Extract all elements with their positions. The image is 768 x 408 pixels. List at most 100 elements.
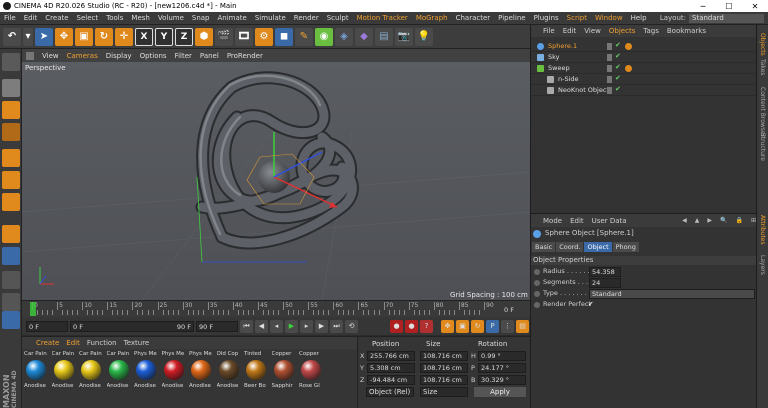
viewport-menu-filter[interactable]: Filter (175, 52, 192, 60)
material-swatch[interactable]: Phys Me Anodise (162, 351, 186, 407)
coord-mode-select[interactable]: Object (Rel) (366, 387, 414, 397)
workplane-icon[interactable] (2, 293, 20, 311)
enabled-check-icon[interactable]: ✔ (615, 63, 621, 71)
forward-icon[interactable]: ▶ (707, 217, 712, 224)
end-frame-field[interactable]: 90 F (196, 320, 238, 332)
viewport-menu-display[interactable]: Display (106, 52, 132, 60)
select-tool-icon[interactable]: ➤ (35, 27, 53, 46)
menu-mesh[interactable]: Mesh (127, 14, 153, 22)
material-swatch[interactable]: Car Pain Anodise (79, 351, 103, 407)
viewport-menu-options[interactable]: Options (140, 52, 167, 60)
object-menu-view[interactable]: View (584, 27, 601, 35)
subdivision-icon[interactable]: ◉ (315, 27, 333, 46)
make-editable-icon[interactable] (2, 53, 20, 71)
y-axis-lock-button[interactable]: Y (155, 27, 173, 46)
attribute-menu-mode[interactable]: Mode (543, 217, 562, 225)
enabled-check-icon[interactable]: ✔ (615, 74, 621, 82)
back-icon[interactable]: ◀ (682, 217, 687, 224)
material-menu-edit[interactable]: Edit (66, 339, 80, 347)
object-tree-item[interactable]: n-Side ✔ (531, 74, 757, 85)
visibility-dots-icon[interactable] (607, 65, 612, 72)
texture-mode-icon[interactable] (2, 101, 20, 119)
menu-animate[interactable]: Animate (214, 14, 251, 22)
menu-plugins[interactable]: Plugins (530, 14, 563, 22)
menu-help[interactable]: Help (627, 14, 651, 22)
key-rotation-icon[interactable]: ↻ (471, 319, 484, 333)
enabled-check-icon[interactable]: ✔ (615, 52, 621, 60)
visibility-dots-icon[interactable] (607, 43, 612, 50)
menu-volume[interactable]: Volume (154, 14, 188, 22)
menu-edit[interactable]: Edit (20, 14, 42, 22)
size-field[interactable]: 108.716 cm (420, 363, 468, 373)
coordinate-system-icon[interactable]: ⬢ (195, 27, 213, 46)
maximize-button[interactable]: ☐ (716, 2, 742, 11)
attribute-menu-user-data[interactable]: User Data (592, 217, 627, 225)
menu-window[interactable]: Window (591, 14, 627, 22)
rotate-tool-icon[interactable]: ↻ (95, 27, 113, 46)
redo-icon[interactable]: ▾ (23, 27, 33, 46)
menu-tools[interactable]: Tools (102, 14, 127, 22)
material-swatch[interactable]: Old Cop Anodise (217, 351, 241, 407)
floor-icon[interactable]: ▤ (375, 27, 393, 46)
material-menu-texture[interactable]: Texture (124, 339, 150, 347)
viewport-menu-prorender[interactable]: ProRender (227, 52, 263, 60)
object-tree-item[interactable]: Sphere.1 ✔ (531, 41, 757, 52)
material-menu-function[interactable]: Function (87, 339, 117, 347)
recent-tools-icon[interactable]: ✛ (115, 27, 133, 46)
object-menu-tags[interactable]: Tags (643, 27, 659, 35)
type-anim-icon[interactable] (534, 291, 540, 297)
tab-coord[interactable]: Coord. (556, 242, 584, 252)
timeline-playhead[interactable] (30, 302, 36, 316)
visibility-dots-icon[interactable] (607, 76, 612, 83)
menu-character[interactable]: Character (452, 14, 495, 22)
type-select[interactable]: Standard (589, 289, 755, 299)
goto-end-icon[interactable]: ⏭ (330, 319, 343, 333)
size-field[interactable]: 108.716 cm (420, 351, 468, 361)
menu-simulate[interactable]: Simulate (251, 14, 290, 22)
enabled-check-icon[interactable]: ✔ (615, 85, 621, 93)
material-swatch[interactable]: Tinted Beer Bo (244, 351, 268, 407)
object-menu-edit[interactable]: Edit (563, 27, 577, 35)
prev-frame-icon[interactable]: ◂ (270, 319, 283, 333)
up-icon[interactable]: ▲ (695, 217, 700, 224)
render-settings-icon[interactable]: ⚙ (255, 27, 273, 46)
workplane-mode-icon[interactable] (2, 123, 20, 141)
z-axis-lock-button[interactable]: Z (175, 27, 193, 46)
play-icon[interactable]: ▶ (285, 319, 298, 333)
menu-file[interactable]: File (0, 14, 20, 22)
object-menu-objects[interactable]: Objects (609, 27, 635, 35)
render-perfect-checkbox[interactable]: ✔ (588, 300, 593, 308)
pen-spline-icon[interactable]: ✎ (295, 27, 313, 46)
render-perfect-anim-icon[interactable] (534, 302, 540, 308)
cube-icon[interactable]: ◼ (275, 27, 293, 46)
key-param-icon[interactable]: P (486, 319, 499, 333)
object-tree-item[interactable]: Sweep ✔ (531, 63, 757, 74)
dock-tab-objects[interactable]: Objects (759, 33, 766, 56)
timeline-window-icon[interactable]: ▤ (516, 319, 529, 333)
edges-mode-icon[interactable] (2, 171, 20, 189)
segments-field[interactable]: 24 (589, 278, 621, 288)
tab-basic[interactable]: Basic (532, 242, 556, 252)
material-swatch[interactable]: Copper Rose Gl (299, 351, 323, 407)
scale-tool-icon[interactable]: ▣ (75, 27, 93, 46)
deformer-icon[interactable]: ◆ (355, 27, 373, 46)
menu-mograph[interactable]: MoGraph (412, 14, 452, 22)
object-menu-bookmarks[interactable]: Bookmarks (667, 27, 706, 35)
dock-tab-takes[interactable]: Takes (759, 59, 766, 75)
record-icon[interactable]: ● (390, 319, 403, 333)
prev-key-icon[interactable]: ◀ (255, 319, 268, 333)
points-mode-icon[interactable] (2, 149, 20, 167)
viewport-menu-panel[interactable]: Panel (200, 52, 219, 60)
dock-tab-layers[interactable]: Layers (759, 255, 766, 275)
autokey-icon[interactable]: ● (405, 319, 418, 333)
search-icon[interactable]: 🔍 (720, 217, 727, 224)
radius-anim-icon[interactable] (534, 269, 540, 275)
menu-pipeline[interactable]: Pipeline (494, 14, 529, 22)
lock-icon[interactable]: 🔒 (735, 217, 742, 224)
3d-viewport[interactable]: Perspective Grid Spacing : 100 cm (22, 62, 530, 300)
next-frame-icon[interactable]: ▸ (300, 319, 313, 333)
viewport-menu-view[interactable]: View (42, 52, 59, 60)
model-mode-icon[interactable] (2, 79, 20, 97)
render-view-icon[interactable]: 🎬 (215, 27, 233, 46)
segments-anim-icon[interactable] (534, 280, 540, 286)
